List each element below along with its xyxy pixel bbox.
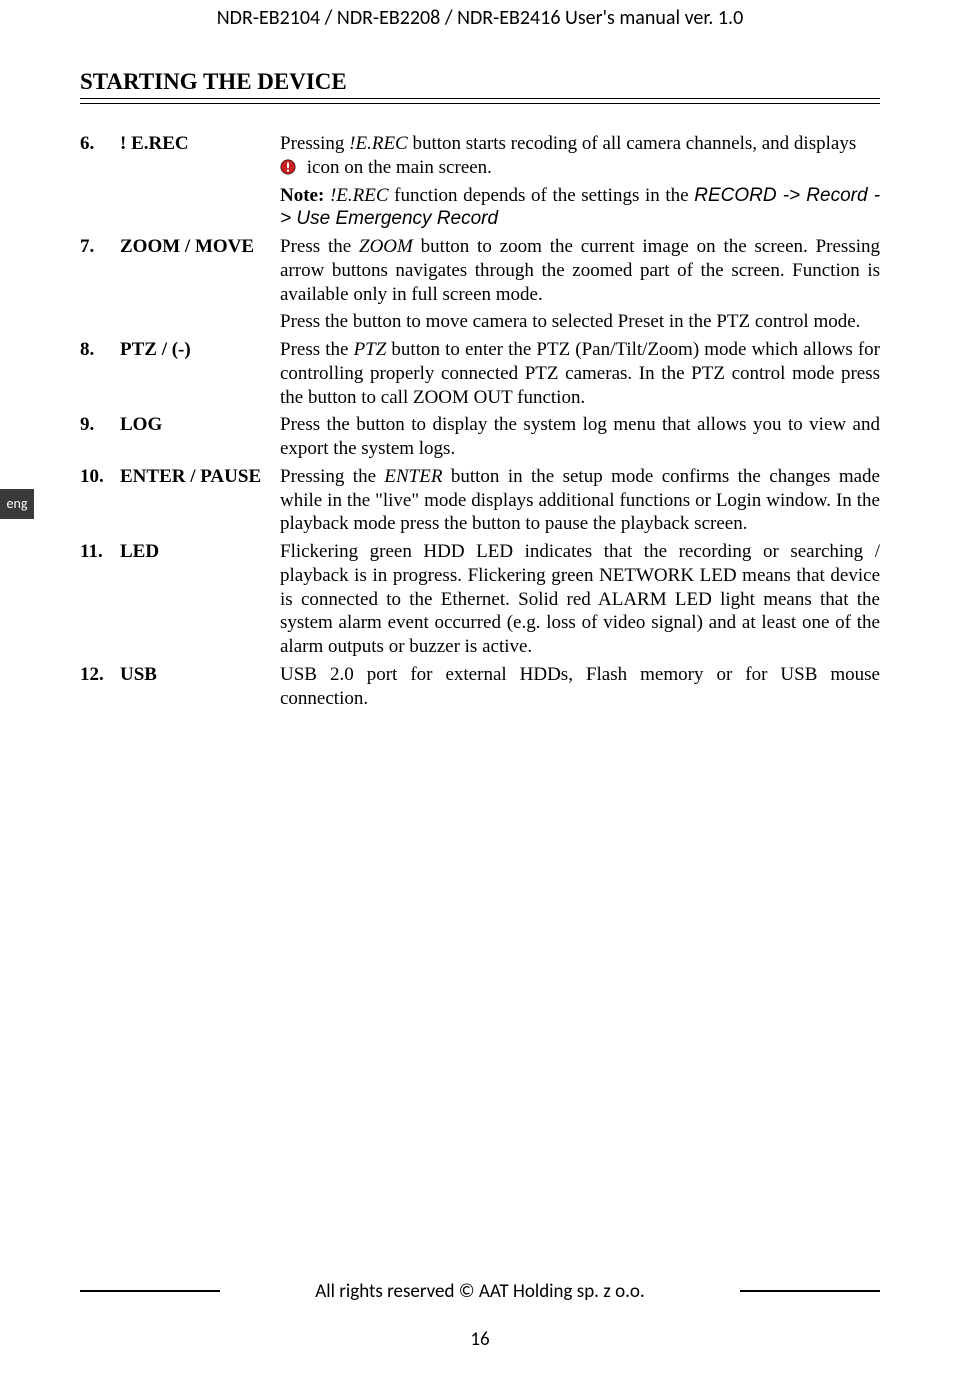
note-label: Note: (280, 185, 324, 206)
alert-icon (280, 159, 296, 175)
item-label: ZOOM / MOVE (120, 235, 280, 259)
text: Press the button to move camera to selec… (280, 311, 860, 332)
item-description: Flickering green HDD LED indicates that … (280, 540, 880, 663)
text-italic: !E.REC (349, 133, 408, 154)
item-description: Pressing the ENTER button in the setup m… (280, 465, 880, 540)
list-item: 11. LED Flickering green HDD LED indicat… (80, 540, 880, 663)
item-number: 6. (80, 132, 120, 156)
text-italic: PTZ (354, 339, 387, 360)
language-tab: eng (0, 489, 34, 519)
item-label: LED (120, 540, 280, 564)
text: icon on the main screen. (302, 157, 492, 178)
item-label: ENTER / PAUSE (120, 465, 280, 489)
section-rule-top (80, 98, 880, 99)
text: Press the button to display the system l… (280, 414, 880, 459)
list-item: 10. ENTER / PAUSE Pressing the ENTER but… (80, 465, 880, 540)
item-label: USB (120, 663, 280, 687)
list-item: 9. LOG Press the button to display the s… (80, 413, 880, 465)
text: Press the (280, 236, 359, 257)
text: Pressing (280, 133, 349, 154)
item-description: USB 2.0 port for external HDDs, Flash me… (280, 663, 880, 715)
item-description: Press the ZOOM button to zoom the curren… (280, 235, 880, 338)
page-number: 16 (0, 1328, 960, 1352)
item-description: Press the PTZ button to enter the PTZ (P… (280, 338, 880, 413)
text: Pressing the (280, 466, 384, 487)
list-item: 6. ! E.REC Pressing !E.REC button starts… (80, 132, 880, 235)
item-number: 11. (80, 540, 120, 564)
text: function depends of the settings in the (389, 185, 695, 206)
text: Flickering green HDD LED indicates that … (280, 541, 880, 657)
content: 6. ! E.REC Pressing !E.REC button starts… (80, 132, 880, 714)
list-item: 7. ZOOM / MOVE Press the ZOOM button to … (80, 235, 880, 338)
item-number: 9. (80, 413, 120, 437)
footer: All rights reserved © AAT Holding sp. z … (0, 1278, 960, 1352)
item-label: ! E.REC (120, 132, 280, 156)
list-item: 12. USB USB 2.0 port for external HDDs, … (80, 663, 880, 715)
item-label: PTZ / (-) (120, 338, 280, 362)
text: button starts recoding of all camera cha… (408, 133, 856, 154)
page: NDR-EB2104 / NDR-EB2208 / NDR-EB2416 Use… (0, 0, 960, 1388)
text-italic: ZOOM (359, 236, 413, 257)
section-heading: STARTING THE DEVICE (80, 68, 347, 97)
text: Press the (280, 339, 354, 360)
list-item: 8. PTZ / (-) Press the PTZ button to ent… (80, 338, 880, 413)
item-number: 8. (80, 338, 120, 362)
item-number: 12. (80, 663, 120, 687)
item-description: Press the button to display the system l… (280, 413, 880, 465)
footer-rule-right (740, 1290, 880, 1292)
item-number: 10. (80, 465, 120, 489)
item-label: LOG (120, 413, 280, 437)
item-number: 7. (80, 235, 120, 259)
section-rule-bottom (80, 103, 880, 104)
text-italic: !E.REC (330, 185, 389, 206)
text: USB 2.0 port for external HDDs, Flash me… (280, 664, 880, 709)
item-description: Pressing !E.REC button starts recoding o… (280, 132, 880, 235)
text-italic: ENTER (384, 466, 442, 487)
header-title: NDR-EB2104 / NDR-EB2208 / NDR-EB2416 Use… (0, 6, 960, 31)
